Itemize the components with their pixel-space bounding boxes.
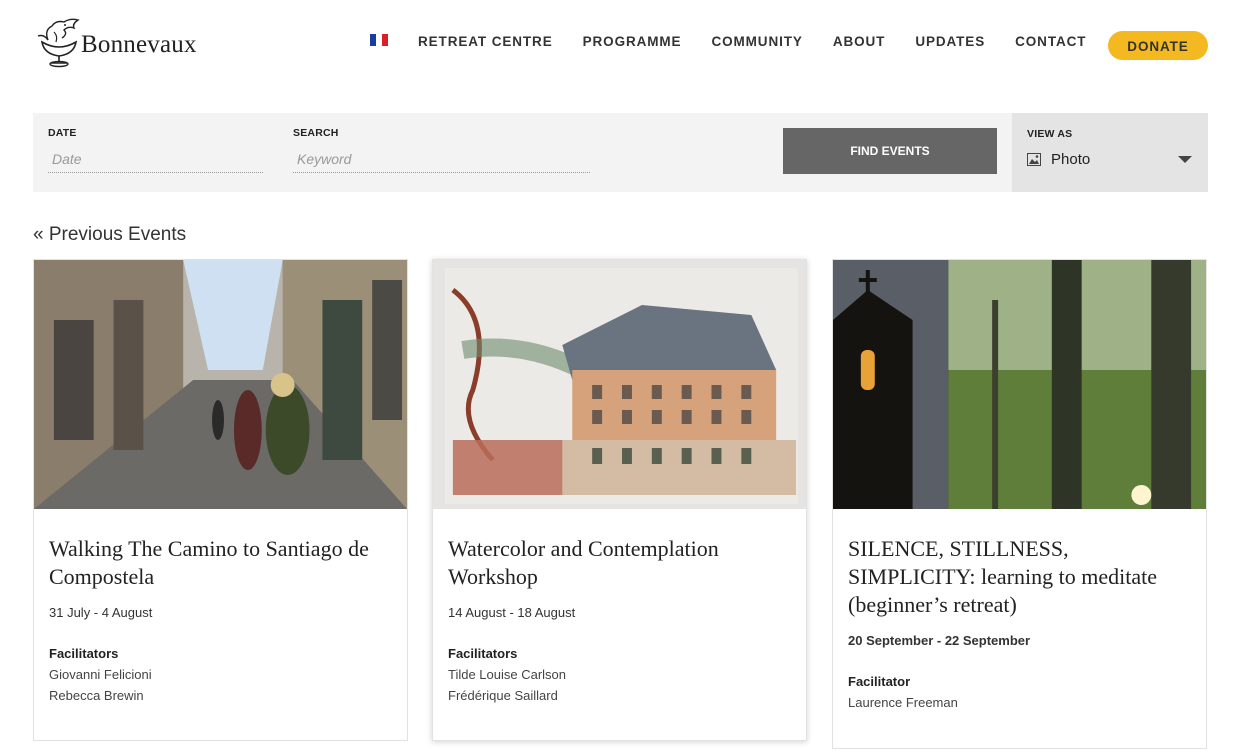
event-card-body: Walking The Camino to Santiago de Compos… (34, 509, 407, 703)
facilitators-heading: Facilitators (448, 646, 518, 661)
flag-red-stripe (382, 33, 388, 46)
view-as-selector[interactable]: VIEW AS Photo (1012, 113, 1208, 192)
event-photo (34, 260, 407, 509)
previous-events-link[interactable]: « Previous Events (33, 224, 186, 246)
event-title[interactable]: Watercolor and Contemplation Workshop (448, 535, 791, 591)
event-card[interactable]: Walking The Camino to Santiago de Compos… (33, 259, 408, 741)
chevron-down-icon (1178, 156, 1192, 163)
search-input[interactable]: Keyword (293, 149, 590, 173)
bird-bowl-logo-icon (37, 18, 80, 68)
date-label: DATE (48, 127, 77, 139)
facilitator-name: Tilde Louise Carlson (448, 667, 567, 682)
french-flag-icon[interactable] (370, 33, 388, 46)
site-logo[interactable]: Bonnevaux (34, 16, 197, 68)
view-as-label: VIEW AS (1027, 128, 1073, 140)
search-label: SEARCH (293, 127, 339, 139)
facilitator-name: Frédérique Saillard (448, 688, 558, 703)
date-input[interactable]: Date (48, 149, 263, 173)
photo-icon (1027, 153, 1041, 166)
event-card-body: Watercolor and Contemplation Workshop 14… (433, 509, 806, 703)
event-filter-bar: DATE Date SEARCH Keyword FIND EVENTS VIE… (33, 113, 1208, 192)
nav-programme[interactable]: PROGRAMME (583, 34, 682, 49)
event-date: 20 September - 22 September (848, 633, 1031, 648)
nav-retreat-centre[interactable]: RETREAT CENTRE (418, 34, 553, 49)
event-photo (833, 260, 1206, 509)
facilitators-heading: Facilitators (49, 646, 119, 661)
event-date: 14 August - 18 August (448, 605, 576, 620)
facilitator-name: Rebecca Brewin (49, 688, 144, 703)
event-card[interactable]: Watercolor and Contemplation Workshop 14… (432, 259, 807, 741)
facilitators-heading: Facilitator (848, 674, 911, 689)
event-title[interactable]: Walking The Camino to Santiago de Compos… (49, 535, 392, 591)
facilitator-name: Laurence Freeman (848, 695, 958, 710)
find-events-button[interactable]: FIND EVENTS (783, 128, 997, 174)
view-as-value: Photo (1027, 151, 1090, 168)
date-filter: DATE Date (48, 127, 263, 173)
logo-text: Bonnevaux (81, 31, 197, 58)
nav-updates[interactable]: UPDATES (915, 34, 985, 49)
event-card[interactable]: SILENCE, STILLNESS, SIMPLICITY: learning… (832, 259, 1207, 749)
donate-button[interactable]: DONATE (1108, 31, 1208, 60)
facilitator-name: Giovanni Felicioni (49, 667, 152, 682)
nav-community[interactable]: COMMUNITY (711, 34, 802, 49)
event-date: 31 July - 4 August (49, 605, 153, 620)
event-photo (433, 260, 806, 509)
view-as-value-text: Photo (1051, 151, 1091, 168)
event-card-body: SILENCE, STILLNESS, SIMPLICITY: learning… (833, 509, 1206, 710)
nav-contact[interactable]: CONTACT (1015, 34, 1086, 49)
nav-about[interactable]: ABOUT (833, 34, 886, 49)
main-nav: RETREAT CENTRE PROGRAMME COMMUNITY ABOUT… (370, 33, 1116, 49)
search-filter: SEARCH Keyword (293, 127, 590, 173)
event-title[interactable]: SILENCE, STILLNESS, SIMPLICITY: learning… (848, 535, 1191, 619)
